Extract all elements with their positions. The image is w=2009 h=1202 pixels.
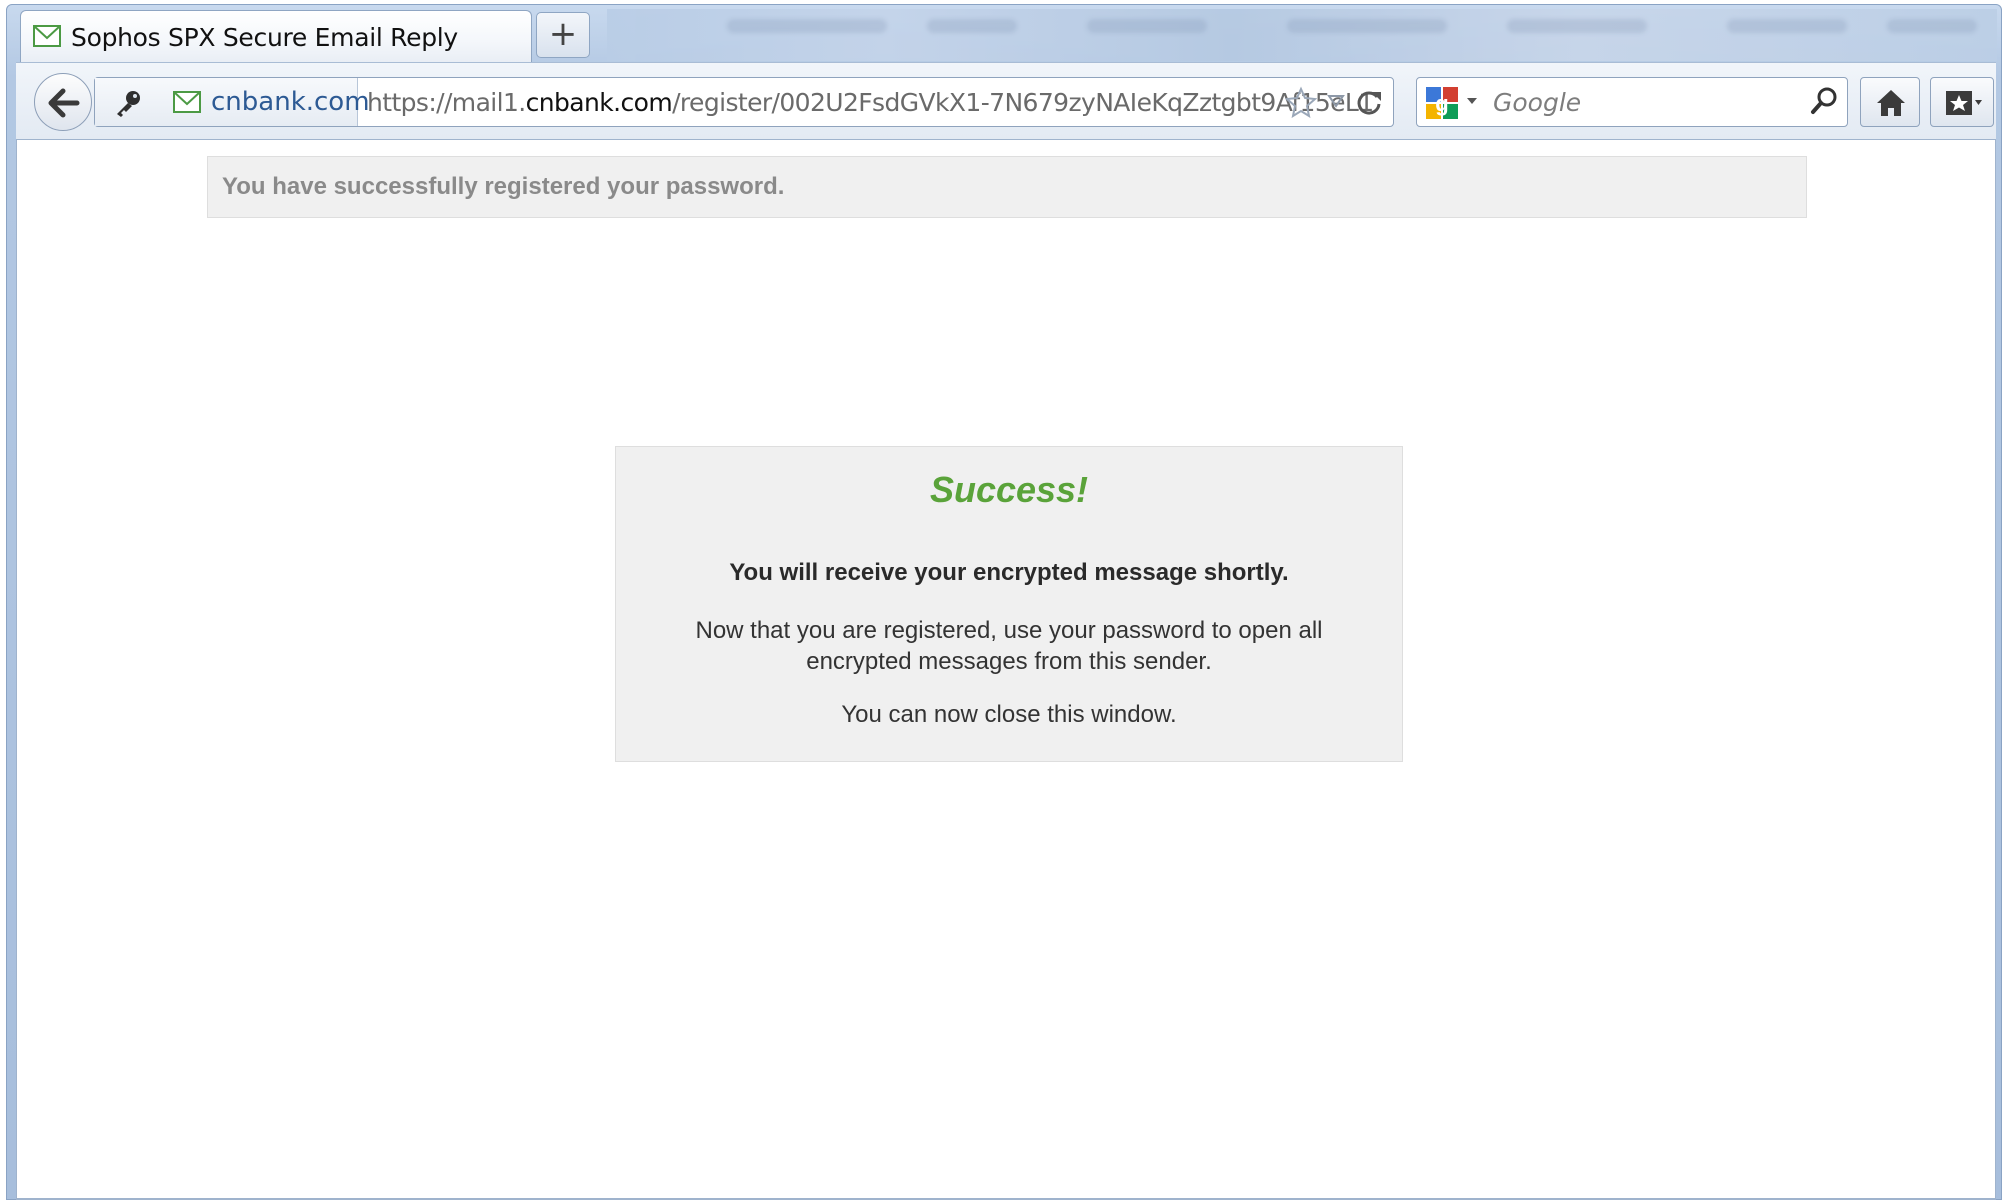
mail-icon <box>33 25 61 52</box>
success-instructions: Now that you are registered, use your pa… <box>695 617 1323 675</box>
identity-domain: cnbank.com <box>211 87 370 117</box>
background-desktop-blur <box>607 9 1997 61</box>
home-icon <box>1877 90 1905 116</box>
reload-icon[interactable] <box>1355 88 1383 121</box>
bookmarks-icon <box>1946 91 1982 115</box>
success-lead-text: You will receive your encrypted message … <box>729 559 1289 586</box>
magnifier-icon[interactable] <box>1809 86 1839 121</box>
home-button[interactable] <box>1860 77 1920 127</box>
key-icon <box>113 88 143 123</box>
back-button[interactable] <box>34 73 92 131</box>
url-path: /register/002U2FsdGVkX1-7N679zyNAIeKqZzt… <box>672 88 1374 117</box>
star-icon[interactable] <box>1284 86 1318 123</box>
bookmarks-menu-button[interactable] <box>1930 77 1994 127</box>
url-host: cnbank.com <box>525 88 673 117</box>
url-prefix: https://mail1. <box>367 88 526 117</box>
search-bar[interactable]: g Google <box>1416 77 1848 127</box>
new-tab-button[interactable]: + <box>536 12 590 58</box>
svg-text:g: g <box>1435 91 1448 116</box>
back-arrow-icon <box>48 88 80 118</box>
window-bottom-edge <box>16 1198 1996 1200</box>
search-placeholder: Google <box>1493 88 1582 117</box>
tab-active[interactable]: Sophos SPX Secure Email Reply <box>20 10 532 62</box>
success-panel: Success! You will receive your encrypted… <box>615 446 1403 762</box>
status-notice: You have successfully registered your pa… <box>207 156 1807 218</box>
tab-title: Sophos SPX Secure Email Reply <box>71 23 458 52</box>
url-text[interactable]: https://mail1.cnbank.com/register/002U2F… <box>367 88 1374 117</box>
close-window-text: You can now close this window. <box>841 701 1177 728</box>
status-notice-text: You have successfully registered your pa… <box>222 173 785 200</box>
page-content: You have successfully registered your pa… <box>16 140 1996 1200</box>
navigation-toolbar: cnbank.com https://mail1.cnbank.com/regi… <box>16 62 1996 140</box>
url-bar[interactable]: cnbank.com https://mail1.cnbank.com/regi… <box>94 77 1394 127</box>
google-logo-icon[interactable]: g <box>1425 86 1459 125</box>
success-heading: Success! <box>929 469 1089 510</box>
site-identity-button[interactable]: cnbank.com <box>95 78 370 126</box>
dropdown-triangle-icon[interactable] <box>1327 94 1345 113</box>
mail-icon <box>173 91 201 118</box>
search-engine-dropdown-icon[interactable] <box>1467 98 1477 104</box>
